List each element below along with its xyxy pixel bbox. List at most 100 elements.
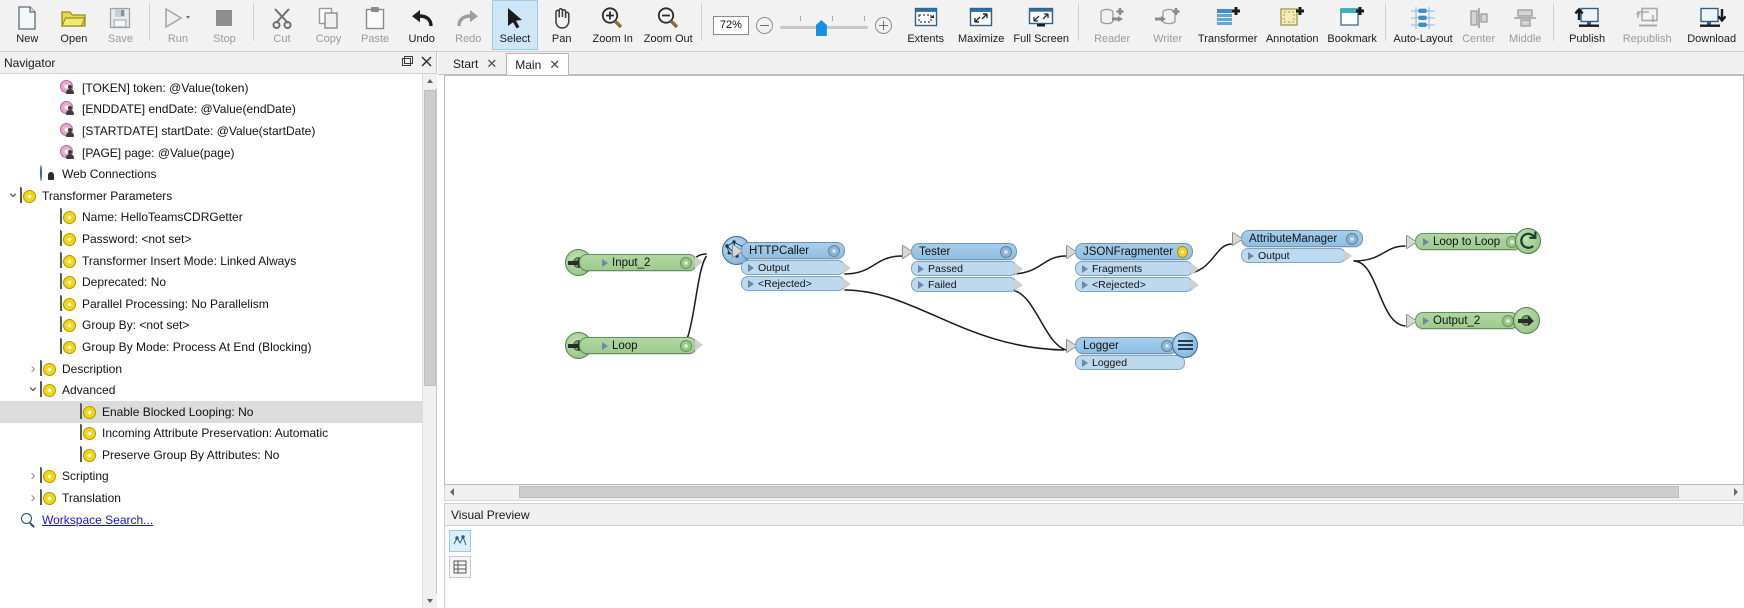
attributemanager-header[interactable]: AttributeManager — [1233, 230, 1363, 247]
chevron-right-icon[interactable] — [26, 364, 40, 374]
httpcaller-header[interactable]: HTTPCaller — [733, 242, 845, 259]
download-button[interactable]: Download — [1679, 0, 1744, 50]
save-button[interactable]: Save — [97, 0, 144, 50]
navigator-tree-row[interactable]: Name: HelloTeamsCDRGetter — [0, 207, 422, 229]
tab-main[interactable]: Main ✕ — [506, 53, 570, 75]
httpcaller-port-rejected[interactable]: <Rejected> — [741, 276, 851, 291]
copy-button[interactable]: Copy — [305, 0, 352, 50]
graphics-view-button[interactable] — [449, 530, 471, 552]
run-button[interactable]: Run — [155, 0, 202, 50]
paste-button[interactable]: Paste — [352, 0, 399, 50]
tester-input-arrow[interactable] — [903, 246, 912, 258]
attributemanager-output-nub[interactable] — [1343, 250, 1352, 262]
maximize-button[interactable]: Maximize — [953, 0, 1009, 50]
logger-input-arrow[interactable] — [1067, 340, 1076, 352]
middle-align-button[interactable]: Middle — [1502, 0, 1549, 50]
center-align-button[interactable]: Center — [1455, 0, 1502, 50]
tester-port-passed[interactable]: Passed — [911, 261, 1023, 276]
zoom-in-tool-button[interactable]: Zoom In — [585, 0, 641, 50]
output2-input-arrow[interactable] — [1407, 315, 1416, 327]
blue-gear-icon[interactable] — [680, 339, 692, 352]
scroll-right-arrow-icon[interactable] — [1728, 485, 1743, 499]
logger-port-logged[interactable]: Logged — [1075, 355, 1185, 370]
navigator-tree-row[interactable]: Enable Blocked Looping: No — [0, 400, 422, 423]
navigator-tree-row[interactable]: Password: <not set> — [0, 228, 422, 250]
scroll-down-arrow-icon[interactable] — [423, 594, 437, 608]
looptoloop-header[interactable]: Loop to Loop — [1407, 233, 1523, 250]
httpcaller-rejected-nub[interactable] — [842, 278, 851, 290]
navigator-tree-row[interactable]: Translation — [0, 487, 422, 509]
logger-header[interactable]: Logger — [1067, 337, 1178, 354]
loop-header[interactable]: Loop — [579, 337, 703, 354]
navigator-scrollbar[interactable] — [422, 74, 437, 608]
node-tester[interactable]: Tester Passed Failed — [903, 243, 1023, 292]
blue-gear-icon[interactable] — [1346, 232, 1358, 245]
float-panel-icon[interactable] — [402, 56, 413, 70]
navigator-tree-row[interactable]: Advanced — [0, 379, 422, 401]
select-tool-button[interactable]: Select — [491, 0, 539, 50]
httpcaller-output-nub[interactable] — [842, 262, 851, 274]
jsonfragmenter-fragments-nub[interactable] — [1190, 263, 1199, 275]
node-logger[interactable]: Logger Logged — [1067, 332, 1198, 370]
navigator-tree-row[interactable]: [PAGE] page: @Value(page) — [0, 142, 422, 164]
tab-start-close-icon[interactable]: ✕ — [486, 57, 497, 70]
auto-layout-button[interactable]: Auto-Layout — [1391, 0, 1456, 50]
tab-start[interactable]: Start ✕ — [444, 52, 507, 74]
node-loop[interactable]: Loop — [565, 332, 703, 359]
navigator-tree-row[interactable]: Description — [0, 358, 422, 380]
blue-gear-icon[interactable] — [680, 256, 692, 269]
output2-sink-endcap[interactable] — [1513, 307, 1540, 334]
navigator-tree-row[interactable]: Scripting — [0, 466, 422, 488]
redo-button[interactable]: Redo — [445, 0, 492, 50]
navigator-tree[interactable]: [TOKEN] token: @Value(token) [ENDDATE] en… — [0, 74, 422, 608]
publish-button[interactable]: Publish — [1559, 0, 1615, 50]
navigator-tree-row[interactable]: Incoming Attribute Preservation: Automat… — [0, 423, 422, 445]
jsonfragmenter-port-fragments[interactable]: Fragments — [1075, 261, 1199, 276]
stop-button[interactable]: Stop — [201, 0, 248, 50]
navigator-tree-row[interactable]: Group By: <not set> — [0, 315, 422, 337]
jsonfragmenter-port-rejected[interactable]: <Rejected> — [1075, 277, 1199, 292]
scroll-left-arrow-icon[interactable] — [445, 485, 460, 499]
cut-button[interactable]: Cut — [259, 0, 306, 50]
chevron-down-icon[interactable] — [26, 387, 40, 393]
navigator-tree-row[interactable]: Workspace Search... — [0, 509, 422, 531]
node-httpcaller[interactable]: HTTPCaller Output <Rejected> — [722, 236, 851, 291]
navigator-tree-row[interactable]: Deprecated: No — [0, 271, 422, 293]
chevron-down-icon[interactable] — [6, 193, 20, 199]
table-view-button[interactable] — [449, 556, 471, 578]
navigator-tree-row[interactable]: Preserve Group By Attributes: No — [0, 444, 422, 466]
navigator-tree-row[interactable]: Group By Mode: Process At End (Blocking) — [0, 336, 422, 358]
tester-passed-nub[interactable] — [1014, 263, 1023, 275]
looptoloop-input-arrow[interactable] — [1407, 236, 1416, 248]
transformer-button[interactable]: Transformer — [1195, 0, 1260, 50]
tester-header[interactable]: Tester — [903, 243, 1017, 260]
pan-tool-button[interactable]: Pan — [538, 0, 585, 50]
zoom-out-tool-button[interactable]: Zoom Out — [640, 0, 696, 50]
bookmark-button[interactable]: Bookmark — [1324, 0, 1380, 50]
jsonfragmenter-header[interactable]: JSONFragmenter — [1067, 243, 1193, 260]
navigator-tree-row[interactable]: Web Connections — [0, 163, 422, 185]
node-attributemanager[interactable]: AttributeManager Output — [1233, 230, 1363, 263]
tester-failed-nub[interactable] — [1014, 279, 1023, 291]
navigator-tree-row[interactable]: [STARTDATE] startDate: @Value(startDate) — [0, 120, 422, 142]
node-jsonfragmenter[interactable]: JSONFragmenter Fragments <Rejected> — [1067, 243, 1199, 292]
zoom-slider-handle[interactable] — [815, 20, 827, 36]
tester-port-failed[interactable]: Failed — [911, 277, 1023, 292]
httpcaller-port-output[interactable]: Output — [741, 260, 851, 275]
open-button[interactable]: Open — [51, 0, 98, 50]
zoom-out-step-button[interactable] — [755, 16, 773, 34]
annotation-button[interactable]: Annotation — [1260, 0, 1325, 50]
amber-gear-icon[interactable] — [1177, 245, 1188, 258]
node-looptoloop[interactable]: Loop to Loop — [1407, 228, 1541, 254]
navigator-tree-row[interactable]: [TOKEN] token: @Value(token) — [0, 77, 422, 99]
new-button[interactable]: New — [4, 0, 51, 50]
jsonfragmenter-rejected-nub[interactable] — [1190, 279, 1199, 291]
zoom-slider[interactable] — [779, 12, 868, 38]
jsonfragmenter-input-arrow[interactable] — [1067, 246, 1076, 258]
attributemanager-port-output[interactable]: Output — [1241, 248, 1352, 263]
navigator-scrollbar-thumb[interactable] — [424, 90, 436, 386]
loop-output-nub[interactable] — [694, 339, 703, 351]
chevron-right-icon[interactable] — [26, 493, 40, 503]
attributemanager-input-arrow[interactable] — [1233, 233, 1242, 245]
reader-button[interactable]: Reader — [1084, 0, 1140, 50]
